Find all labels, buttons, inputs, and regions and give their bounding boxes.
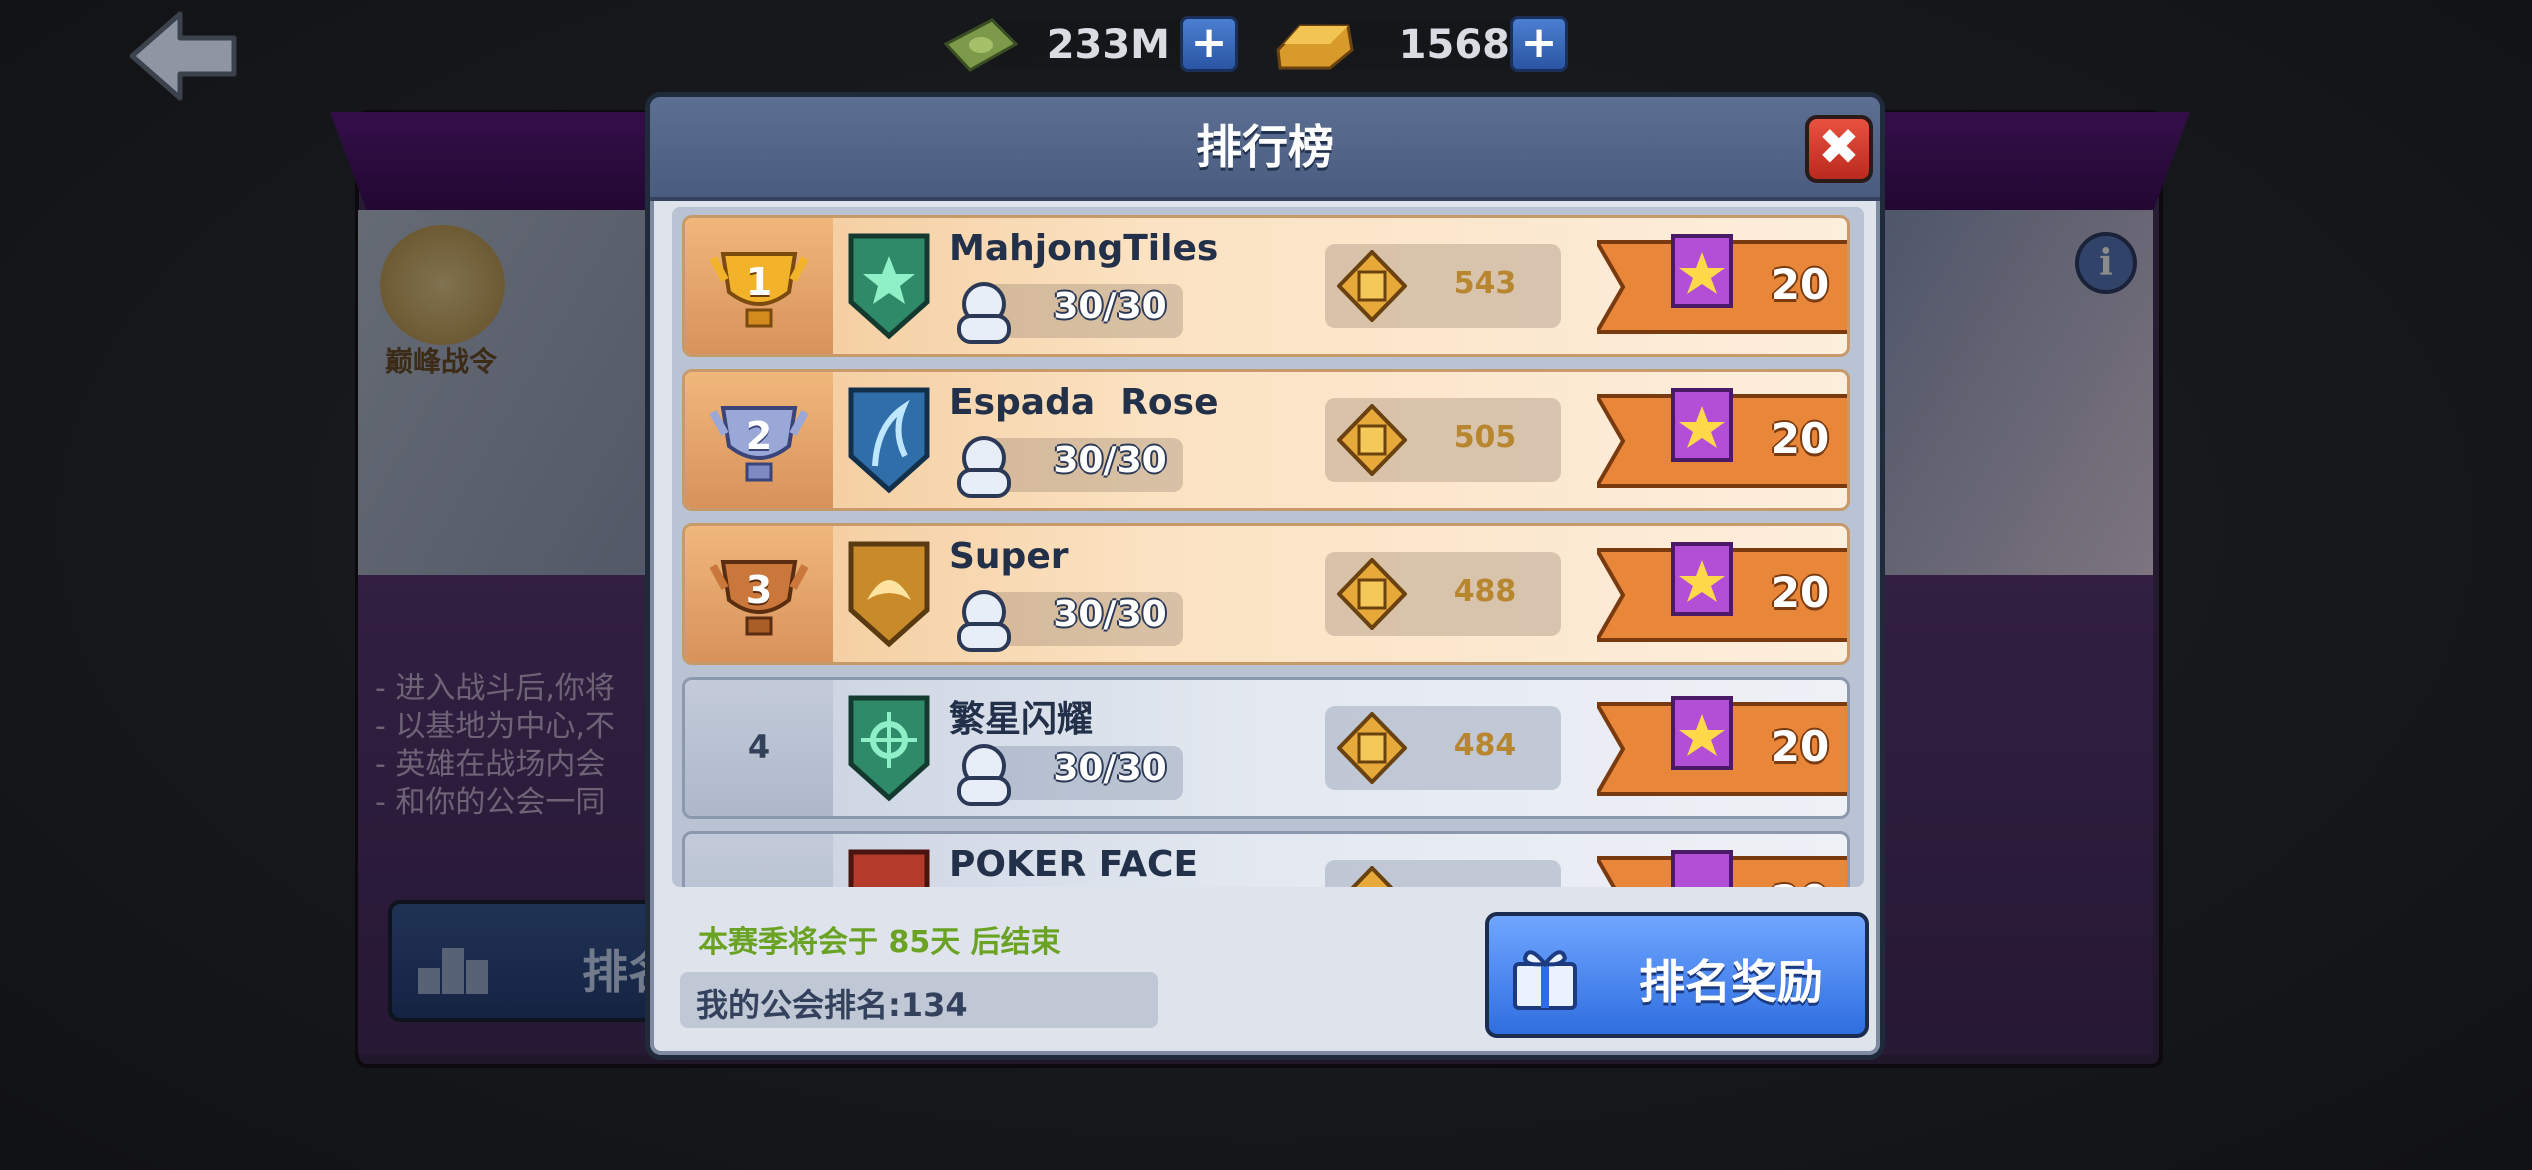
gold-value: 1568	[1398, 22, 1510, 68]
rank-rewards-label: 排名奖励	[1639, 955, 1823, 1009]
guild-points-icon	[1337, 712, 1407, 784]
rank-cell: 4	[685, 680, 833, 816]
rank-number: 1	[745, 260, 773, 304]
gold-bar-icon	[1276, 24, 1354, 70]
rank-number: 5	[685, 882, 833, 887]
my-guild-rank: 我的公会排名:134	[680, 972, 1158, 1028]
leaderboard-modal: 排行榜 ✖ 1 MahjongTiles 30/30 543 20 2 Espa…	[645, 92, 1885, 1060]
guild-points-icon	[1350, 866, 1394, 887]
guild-score: 484	[1453, 728, 1517, 763]
guild-shield-icon	[848, 541, 930, 648]
members-icon	[957, 590, 1011, 652]
guild-name: Espada Rose	[949, 382, 1219, 423]
reward-amount: 20	[1770, 260, 1830, 309]
add-gold-button[interactable]: +	[1510, 16, 1568, 72]
guild-name: POKER FACE	[949, 844, 1199, 885]
guild-score: 543	[1453, 266, 1517, 301]
guild-score: 488	[1453, 574, 1517, 609]
reward-amount: 20	[1755, 876, 1845, 887]
rank-cell: 1	[685, 218, 833, 354]
modal-header: 排行榜 ✖	[650, 97, 1880, 201]
reward-amount: 20	[1770, 568, 1830, 617]
guild-score: 505	[1453, 420, 1517, 455]
close-button[interactable]: ✖	[1805, 115, 1873, 183]
members-icon	[957, 282, 1011, 344]
leaderboard-row[interactable]: 2 Espada Rose 30/30 505 20	[682, 369, 1850, 511]
rank-rewards-button[interactable]: 排名奖励	[1485, 912, 1869, 1038]
guild-shield-icon	[848, 695, 930, 802]
members-icon	[957, 744, 1011, 806]
leaderboard-row[interactable]: 4 繁星闪耀 30/30 484 20	[682, 677, 1850, 819]
rank-cell: 3	[685, 526, 833, 662]
members-icon	[957, 436, 1011, 498]
member-count: 30/30	[1053, 748, 1167, 789]
leaderboard-row[interactable]: 5 POKER FACE 20	[682, 831, 1850, 887]
member-count: 30/30	[1053, 286, 1167, 327]
guild-name: Super	[949, 536, 1069, 577]
rank-number: 2	[745, 414, 773, 458]
rank-number: 3	[745, 568, 773, 612]
leaderboard-row[interactable]: 1 MahjongTiles 30/30 543 20	[682, 215, 1850, 357]
gift-icon	[1513, 950, 1577, 1010]
guild-points-icon	[1337, 404, 1407, 476]
guild-shield-icon	[848, 849, 930, 887]
rank-cell: 5	[685, 834, 833, 887]
guild-points-icon	[1337, 250, 1407, 322]
cash-value: 233M	[1046, 22, 1170, 68]
my-guild-rank-text: 我的公会排名:134	[696, 986, 968, 1024]
guild-shield-icon	[848, 387, 930, 494]
member-count: 30/30	[1053, 594, 1167, 635]
guild-points-icon	[1337, 558, 1407, 630]
rank-number: 4	[747, 728, 771, 766]
season-countdown: 本赛季将会于 85天 后结束	[698, 925, 1061, 960]
leaderboard-row[interactable]: 3 Super 30/30 488 20	[682, 523, 1850, 665]
modal-title: 排行榜	[1196, 120, 1334, 174]
guild-name: 繁星闪耀	[949, 699, 1094, 740]
cash-icon	[943, 18, 1019, 72]
reward-amount: 20	[1770, 722, 1830, 771]
member-count: 30/30	[1053, 440, 1167, 481]
reward-amount: 20	[1770, 414, 1830, 463]
add-cash-button[interactable]: +	[1180, 16, 1238, 72]
guild-name: MahjongTiles	[949, 228, 1219, 269]
leaderboard-list[interactable]: 1 MahjongTiles 30/30 543 20 2 Espada Ros…	[672, 207, 1864, 887]
back-arrow-icon[interactable]	[128, 10, 238, 102]
rank-cell: 2	[685, 372, 833, 508]
guild-shield-icon	[848, 233, 930, 340]
